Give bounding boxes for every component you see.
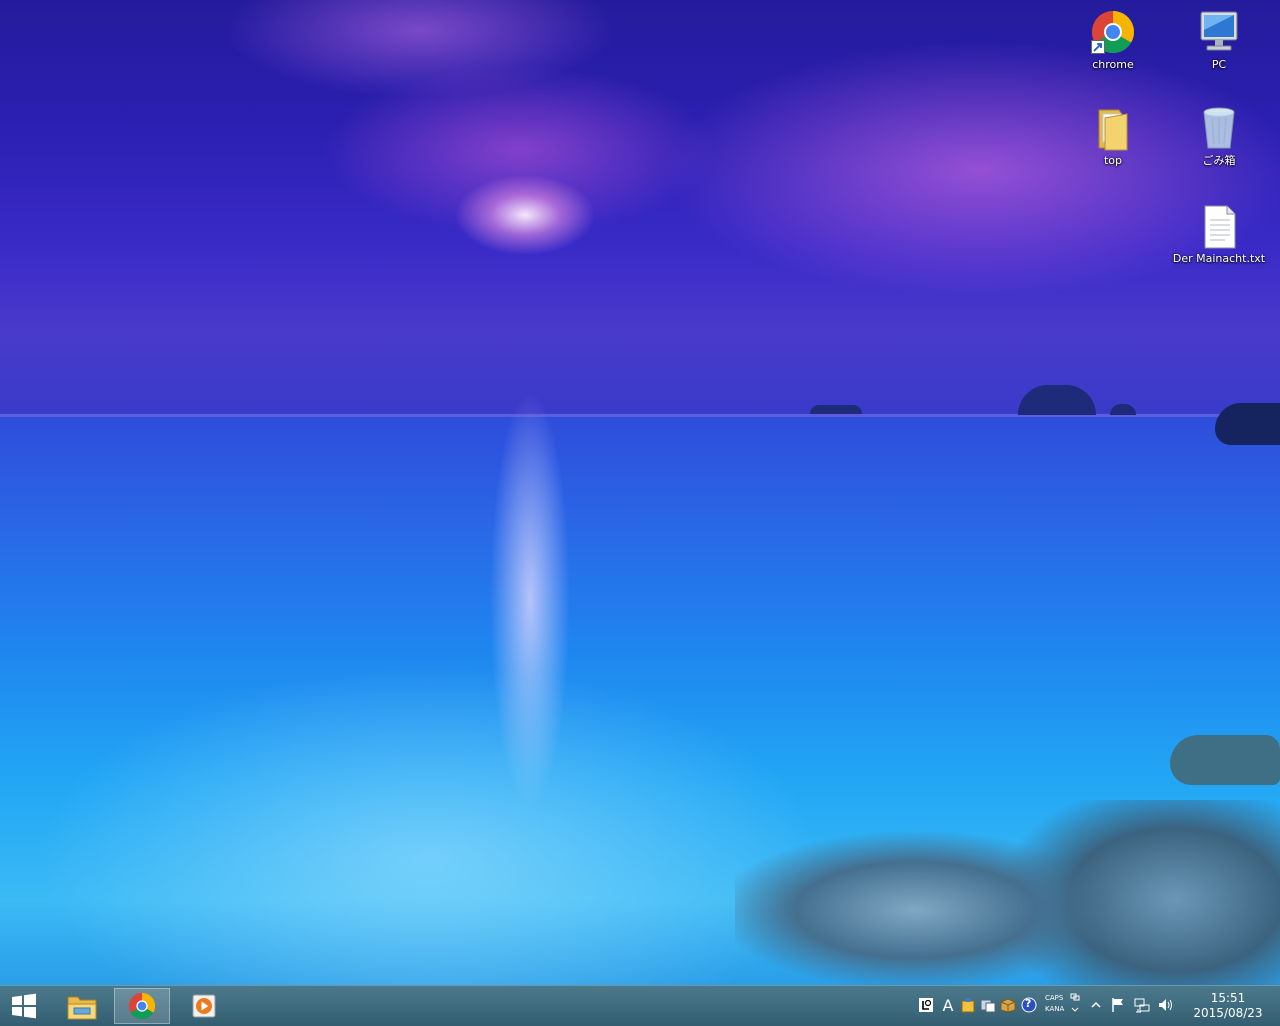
desktop-icon-label: Der Mainacht.txt	[1172, 252, 1266, 265]
desktop-icon-top-folder[interactable]: top	[1063, 104, 1163, 167]
desktop-icon-label: top	[1103, 154, 1123, 167]
recycle-bin-icon	[1195, 104, 1243, 152]
chrome-taskbar-button[interactable]	[114, 988, 170, 1024]
folder-icon	[1089, 104, 1137, 152]
help-icon[interactable]: ?	[1021, 997, 1037, 1013]
chrome-icon	[128, 992, 156, 1020]
island-small	[1110, 404, 1136, 415]
foreground-rocks	[735, 800, 1280, 985]
desktop-icon-label: PC	[1211, 58, 1227, 71]
help-glyph: ?	[1025, 997, 1032, 1010]
shore-rock	[1215, 403, 1280, 445]
file-explorer-button[interactable]	[54, 988, 110, 1024]
ime-pad-icon[interactable]	[918, 997, 934, 1013]
background-rock	[1170, 735, 1280, 785]
chrome-icon	[1089, 8, 1137, 56]
volume-speaker-icon[interactable]	[1158, 997, 1174, 1013]
ime-tool-icon[interactable]	[980, 997, 996, 1013]
desktop-icon-label: ごみ箱	[1202, 154, 1236, 167]
windows-logo-icon	[12, 993, 36, 1019]
media-player-button[interactable]	[176, 988, 232, 1024]
text-file-icon	[1195, 202, 1243, 250]
kana-indicator: KANA	[1045, 1005, 1065, 1013]
ime-mode-indicator[interactable]: A	[940, 996, 956, 1015]
taskbar-clock[interactable]: 15:51 2015/08/23	[1186, 988, 1270, 1024]
folder-icon	[67, 996, 97, 1020]
clock-date: 2015/08/23	[1193, 1006, 1263, 1020]
desktop-icon-recycle-bin[interactable]: ごみ箱	[1169, 104, 1269, 167]
show-hidden-icons-chevron-icon[interactable]	[1088, 997, 1104, 1013]
desktop-icon-text-file[interactable]: Der Mainacht.txt	[1169, 202, 1269, 265]
shortcut-arrow-icon	[1091, 40, 1105, 54]
island-left	[810, 405, 862, 414]
clock-time: 15:51	[1210, 991, 1246, 1005]
caps-indicator: CAPS	[1045, 994, 1064, 1002]
play-icon	[192, 994, 216, 1018]
package-icon[interactable]	[1000, 997, 1016, 1013]
start-button[interactable]	[0, 988, 48, 1024]
paint-icon[interactable]	[960, 997, 976, 1013]
desktop-icon-chrome[interactable]: chrome	[1063, 8, 1163, 71]
taskbar: A ? CAPS KANA 15:51 2015/08/23	[0, 985, 1280, 1026]
desktop-icon-pc[interactable]: PC	[1169, 8, 1269, 71]
computer-icon	[1195, 8, 1243, 56]
network-icon[interactable]	[1134, 997, 1150, 1013]
action-center-flag-icon[interactable]	[1110, 997, 1126, 1013]
desktop-icon-label: chrome	[1092, 58, 1134, 71]
ime-options-icon[interactable]	[1068, 992, 1082, 1016]
